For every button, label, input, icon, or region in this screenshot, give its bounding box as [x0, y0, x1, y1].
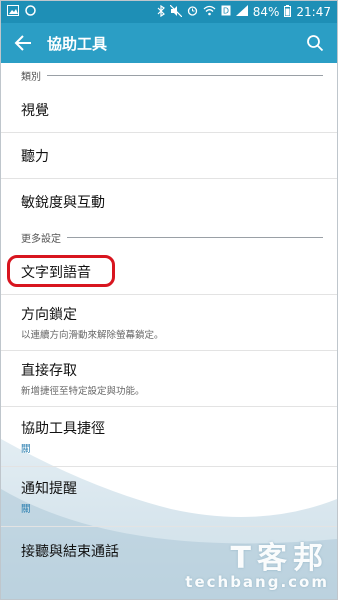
- item-description: 以連續方向滑動來解除螢幕鎖定。: [21, 330, 164, 341]
- list-item-direct-access[interactable]: 直接存取 新增捷徑至特定設定與功能。: [1, 351, 337, 407]
- divider: [47, 74, 323, 76]
- list-item-answer-end-calls[interactable]: 接聽與結束通話: [1, 527, 337, 575]
- app-bar: 協助工具: [1, 23, 337, 63]
- list-item-text-to-speech[interactable]: 文字到語音: [1, 249, 337, 295]
- battery-icon: [284, 4, 292, 20]
- signal-icon: [235, 5, 248, 19]
- list-item-vision[interactable]: 視覺: [1, 87, 337, 133]
- item-label: 視覺: [21, 102, 49, 119]
- list-item-direction-lock[interactable]: 方向鎖定 以連續方向滑動來解除螢幕鎖定。: [1, 295, 337, 351]
- item-label: 協助工具捷徑: [21, 421, 105, 437]
- item-label: 文字到語音: [21, 264, 91, 281]
- ring-icon: [25, 5, 36, 19]
- watermark-url: techbang.com: [185, 573, 329, 591]
- data-icon: D: [221, 5, 231, 19]
- bluetooth-icon: [157, 4, 165, 20]
- item-label: 方向鎖定: [21, 307, 77, 323]
- image-icon: [7, 5, 19, 19]
- item-label: 直接存取: [21, 363, 77, 379]
- alarm-icon: [187, 5, 198, 19]
- page-title: 協助工具: [47, 34, 108, 53]
- item-description: 新增捷徑至特定設定與功能。: [21, 386, 145, 397]
- clock: 21:47: [296, 5, 331, 19]
- battery-percent: 84%: [252, 5, 280, 19]
- item-status: 關: [21, 504, 31, 515]
- item-label: 通知提醒: [21, 481, 77, 497]
- divider: [67, 236, 323, 238]
- list-item-dexterity[interactable]: 敏銳度與互動: [1, 179, 337, 225]
- section-header-category: 類別: [1, 63, 337, 87]
- section-header-more-settings: 更多設定: [1, 225, 337, 249]
- search-icon[interactable]: [303, 31, 327, 55]
- mute-icon: [169, 4, 183, 20]
- screen: D 84% 21:47 協助工具 類別 視覺 聽力 敏銳度與互動 更多設定 文字…: [0, 0, 338, 600]
- list-item-hearing[interactable]: 聽力: [1, 133, 337, 179]
- item-label: 敏銳度與互動: [21, 195, 105, 211]
- arrow-left-icon[interactable]: [11, 31, 35, 55]
- wifi-icon: [203, 5, 216, 19]
- settings-list: 類別 視覺 聽力 敏銳度與互動 更多設定 文字到語音 方向鎖定 以連續方向滑動來…: [1, 63, 337, 599]
- status-bar: D 84% 21:47: [1, 1, 337, 23]
- list-item-accessibility-shortcut[interactable]: 協助工具捷徑 關: [1, 407, 337, 467]
- item-label: 接聽與結束通話: [21, 544, 119, 560]
- svg-text:D: D: [223, 7, 229, 16]
- list-item-notification-reminder[interactable]: 通知提醒 關: [1, 467, 337, 527]
- item-label: 聽力: [21, 148, 49, 165]
- item-status: 關: [21, 444, 31, 455]
